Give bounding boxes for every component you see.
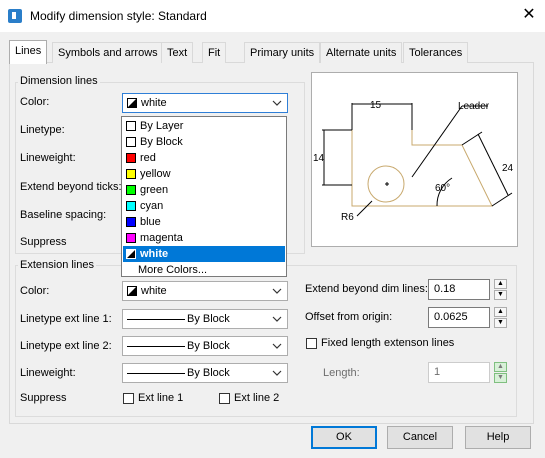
color-swatch-icon xyxy=(127,98,137,108)
tab-symbols-and-arrows[interactable]: Symbols and arrows xyxy=(52,42,164,63)
chevron-down-icon xyxy=(272,288,282,294)
dim-color-label: Color: xyxy=(20,96,50,108)
linetype-ext2-label: Linetype ext line 2: xyxy=(20,340,112,352)
dim-color-value: white xyxy=(141,97,167,109)
preview-drawing: 15 14 24 60° R6 Leader xyxy=(313,100,514,223)
linetype-sample xyxy=(127,346,185,347)
linetype-sample xyxy=(127,319,185,320)
color-option-by-layer[interactable]: By Layer xyxy=(123,118,285,134)
preview-radius: R6 xyxy=(341,212,354,223)
color-swatch-icon xyxy=(126,169,136,179)
color-swatch-icon xyxy=(126,233,136,243)
ext-line2-checkbox[interactable] xyxy=(219,393,230,404)
extend-beyond-ticks-label: Extend beyond ticks: xyxy=(20,181,122,193)
tab-alternate-units[interactable]: Alternate units xyxy=(320,42,403,63)
ext-suppress-label: Suppress xyxy=(20,392,67,404)
ext-color-combo[interactable]: white xyxy=(122,281,288,301)
dim-suppress-label: Suppress xyxy=(20,236,67,248)
linetype-ext1-value: By Block xyxy=(187,313,230,325)
fixed-length-label: Fixed length extenson lines xyxy=(321,337,455,349)
linetype-ext2-combo[interactable]: By Block xyxy=(122,336,288,356)
tab-fit[interactable]: Fit xyxy=(202,42,227,63)
color-option-cyan[interactable]: cyan xyxy=(123,198,285,214)
extend-beyond-dim-label: Extend beyond dim lines: xyxy=(305,283,428,295)
offset-origin-spinner[interactable]: ▲ ▼ xyxy=(494,307,507,328)
ext-line1-checkbox[interactable] xyxy=(123,393,134,404)
color-option-green[interactable]: green xyxy=(123,182,285,198)
ext-color-label: Color: xyxy=(20,285,50,297)
chevron-down-icon xyxy=(272,370,282,376)
preview-angle: 60° xyxy=(435,183,450,194)
color-option-more-colors[interactable]: More Colors... xyxy=(123,262,285,278)
dim-color-combo[interactable]: white xyxy=(122,93,288,113)
color-swatch-icon xyxy=(126,185,136,195)
color-option-yellow[interactable]: yellow xyxy=(123,166,285,182)
color-option-red[interactable]: red xyxy=(123,150,285,166)
tab-text[interactable]: Text xyxy=(161,42,194,63)
dimension-preview: 15 14 24 60° R6 Leader xyxy=(311,72,518,247)
offset-origin-input[interactable]: 0.0625 xyxy=(428,307,490,328)
chevron-down-icon xyxy=(272,343,282,349)
window-title: Modify dimension style: Standard xyxy=(30,9,207,23)
dim-linetype-label: Linetype: xyxy=(20,124,65,136)
ext-line2-label: Ext line 2 xyxy=(234,392,280,404)
extend-beyond-dim-spinner[interactable]: ▲ ▼ xyxy=(494,279,507,300)
color-swatch-icon xyxy=(126,201,136,211)
spin-down-icon[interactable]: ▼ xyxy=(494,318,507,328)
spin-down-icon[interactable]: ▼ xyxy=(494,373,507,383)
close-icon[interactable]: ✕ xyxy=(519,5,539,25)
extension-lines-heading: Extension lines xyxy=(18,259,96,271)
baseline-spacing-label: Baseline spacing: xyxy=(20,209,107,221)
tab-lines[interactable]: Lines xyxy=(9,40,48,64)
spin-up-icon[interactable]: ▲ xyxy=(494,362,507,372)
color-swatch-icon xyxy=(126,121,136,131)
help-button[interactable]: Help xyxy=(465,426,531,449)
spin-up-icon[interactable]: ▲ xyxy=(494,307,507,317)
preview-dim-top: 15 xyxy=(370,100,382,111)
length-input[interactable]: 1 xyxy=(428,362,490,383)
color-swatch-icon xyxy=(126,137,136,147)
offset-origin-label: Offset from origin: xyxy=(305,311,393,323)
linetype-ext2-value: By Block xyxy=(187,340,230,352)
color-swatch-icon xyxy=(126,217,136,227)
ext-lineweight-combo[interactable]: By Block xyxy=(122,363,288,383)
color-swatch-icon xyxy=(126,153,136,163)
color-option-white[interactable]: white xyxy=(123,246,285,262)
preview-leader: Leader xyxy=(458,101,490,112)
preview-dim-left: 14 xyxy=(313,153,325,164)
ext-line1-label: Ext line 1 xyxy=(138,392,184,404)
color-option-by-block[interactable]: By Block xyxy=(123,134,285,150)
lineweight-sample xyxy=(127,373,185,374)
ext-color-value: white xyxy=(141,285,167,297)
chevron-down-icon xyxy=(272,316,282,322)
linetype-ext1-label: Linetype ext line 1: xyxy=(20,313,112,325)
ext-lineweight-value: By Block xyxy=(187,367,230,379)
tab-primary-units[interactable]: Primary units xyxy=(244,42,321,63)
chevron-down-icon xyxy=(272,100,282,106)
color-swatch-icon xyxy=(127,286,137,296)
length-spinner[interactable]: ▲ ▼ xyxy=(494,362,507,383)
tab-tolerances[interactable]: Tolerances xyxy=(403,42,469,63)
extend-beyond-dim-input[interactable]: 0.18 xyxy=(428,279,490,300)
dimension-lines-heading: Dimension lines xyxy=(18,75,100,87)
length-label: Length: xyxy=(323,367,360,379)
dim-lineweight-label: Lineweight: xyxy=(20,152,76,164)
color-swatch-icon xyxy=(126,249,136,259)
fixed-length-checkbox[interactable] xyxy=(306,338,317,349)
spin-up-icon[interactable]: ▲ xyxy=(494,279,507,289)
preview-dim-right: 24 xyxy=(502,163,514,174)
app-icon xyxy=(8,9,22,23)
ext-lineweight-label: Lineweight: xyxy=(20,367,76,379)
spin-down-icon[interactable]: ▼ xyxy=(494,290,507,300)
color-option-magenta[interactable]: magenta xyxy=(123,230,285,246)
ok-button[interactable]: OK xyxy=(311,426,377,449)
color-dropdown-list[interactable]: By Layer By Block red yellow green cyan … xyxy=(121,116,287,277)
cancel-button[interactable]: Cancel xyxy=(387,426,453,449)
linetype-ext1-combo[interactable]: By Block xyxy=(122,309,288,329)
color-option-blue[interactable]: blue xyxy=(123,214,285,230)
